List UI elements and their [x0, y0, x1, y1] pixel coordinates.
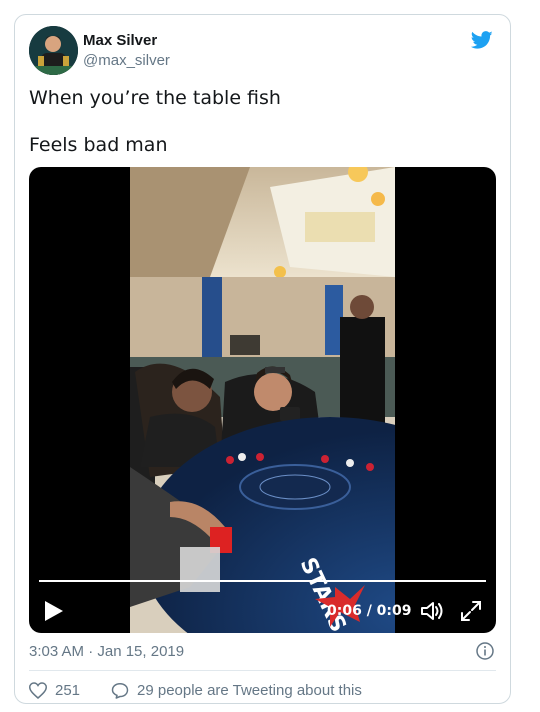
video-frame: STARS	[130, 167, 395, 633]
tweet-timestamp[interactable]: 3:03 AM · Jan 15, 2019	[29, 643, 184, 660]
info-icon[interactable]	[476, 642, 494, 660]
author-handle[interactable]: @max_silver	[83, 52, 170, 69]
tweeting-about-text: 29 people are Tweeting about this	[137, 682, 362, 699]
tweet-text-line-1: When you’re the table fish	[29, 87, 281, 109]
fullscreen-icon[interactable]	[460, 600, 482, 622]
author-name[interactable]: Max Silver	[83, 32, 157, 49]
divider	[29, 670, 496, 671]
video-time: 0:06 / 0:09	[327, 603, 412, 619]
heart-icon	[29, 682, 47, 699]
tweet-card[interactable]: Max Silver @max_silver When you’re the t…	[14, 14, 511, 704]
volume-icon[interactable]	[420, 600, 444, 622]
like-count: 251	[55, 682, 81, 699]
video-player[interactable]: STARS 0:06 / 0:09	[29, 167, 496, 633]
video-progress-bar[interactable]	[39, 580, 486, 582]
tweeting-about-link[interactable]: 29 people are Tweeting about this	[111, 682, 362, 699]
avatar[interactable]	[29, 26, 78, 75]
play-icon[interactable]	[45, 601, 63, 621]
like-button[interactable]: 251	[29, 682, 80, 699]
tweet-text-line-2: Feels bad man	[29, 134, 168, 156]
twitter-bird-icon[interactable]	[470, 29, 494, 51]
speech-bubble-icon	[111, 683, 129, 699]
